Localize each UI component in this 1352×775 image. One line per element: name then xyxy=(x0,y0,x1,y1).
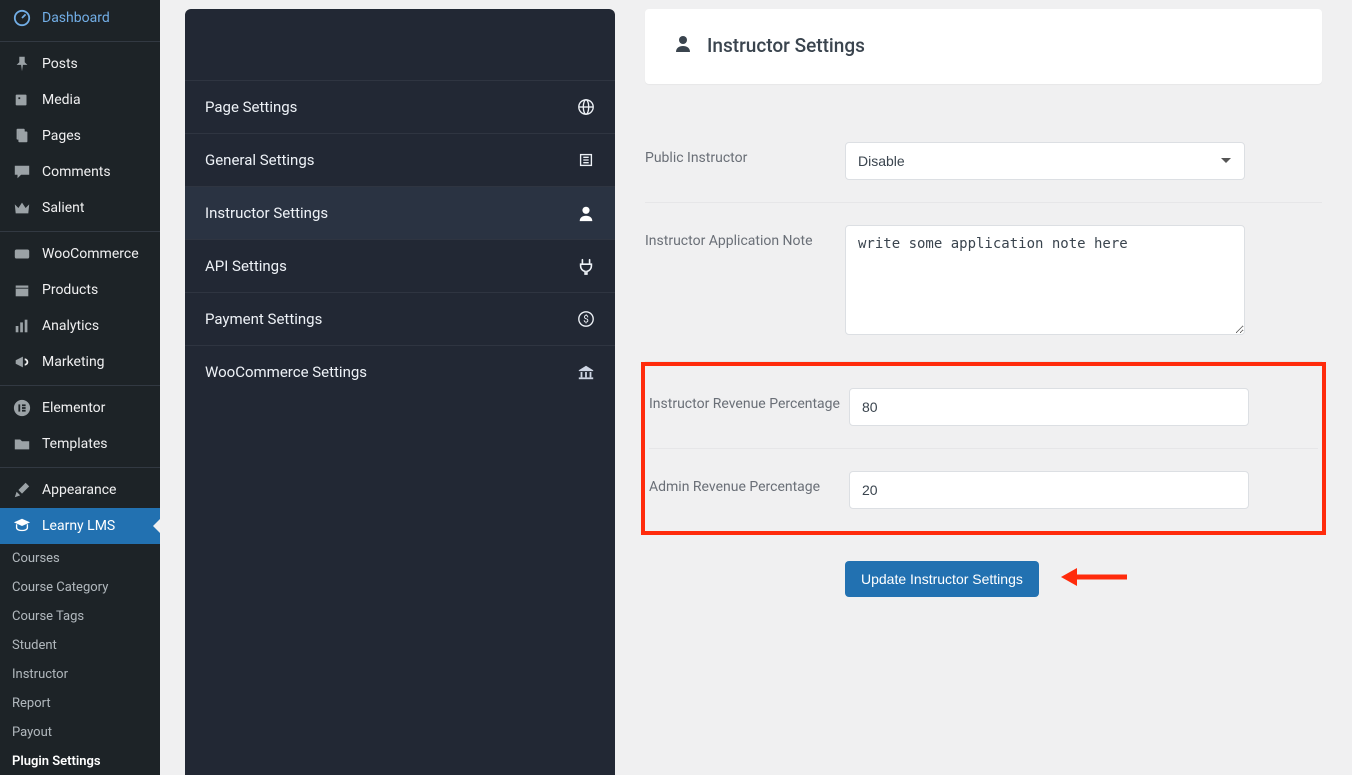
nav-item-analytics[interactable]: Analytics xyxy=(0,308,160,344)
plug-icon xyxy=(577,257,595,275)
nav-item-label: Analytics xyxy=(42,318,99,334)
label-admin-revenue: Admin Revenue Percentage xyxy=(649,471,849,495)
nav-item-products[interactable]: Products xyxy=(0,272,160,308)
nav-item-label: Salient xyxy=(42,200,84,216)
nav-item-label: Templates xyxy=(42,436,108,452)
application-note-textarea[interactable] xyxy=(845,225,1245,335)
nav-item-templates[interactable]: Templates xyxy=(0,426,160,462)
settings-form-panel: Instructor Settings Public Instructor Di… xyxy=(615,0,1352,775)
subnav-item-plugin-settings[interactable]: Plugin Settings xyxy=(0,747,160,775)
nav-item-label: Dashboard xyxy=(42,10,110,26)
globe-icon xyxy=(577,98,595,116)
column-header-blank xyxy=(185,9,615,81)
nav-item-comments[interactable]: Comments xyxy=(0,154,160,190)
page-header-card: Instructor Settings xyxy=(645,9,1322,84)
settings-tab-label: WooCommerce Settings xyxy=(205,363,367,381)
settings-tab-instructor[interactable]: Instructor Settings xyxy=(185,187,615,240)
subnav-item-report[interactable]: Report xyxy=(0,689,160,718)
settings-tab-general[interactable]: General Settings xyxy=(185,134,615,187)
settings-tab-woocommerce[interactable]: WooCommerce Settings xyxy=(185,346,615,398)
nav-separator xyxy=(0,41,160,42)
nav-item-dashboard[interactable]: Dashboard xyxy=(0,0,160,36)
subnav-item-courses[interactable]: Courses xyxy=(0,544,160,573)
plugin-settings-tabs: Page Settings General Settings Instructor … xyxy=(185,9,615,775)
media-icon xyxy=(12,90,32,110)
user-icon xyxy=(673,33,693,57)
nav-item-label: Elementor xyxy=(42,400,105,416)
subnav-item-instructor[interactable]: Instructor xyxy=(0,660,160,689)
label-instructor-revenue: Instructor Revenue Percentage xyxy=(649,388,849,412)
nav-separator xyxy=(0,385,160,386)
nav-item-posts[interactable]: Posts xyxy=(0,46,160,82)
subnav-item-payout[interactable]: Payout xyxy=(0,718,160,747)
nav-item-label: Comments xyxy=(42,164,111,180)
nav-item-label: WooCommerce xyxy=(42,246,139,262)
admin-revenue-input[interactable] xyxy=(849,471,1249,509)
subnav-item-course-tags[interactable]: Course Tags xyxy=(0,602,160,631)
dashboard-icon xyxy=(12,8,32,28)
subnav-item-course-category[interactable]: Course Category xyxy=(0,573,160,602)
label-application-note: Instructor Application Note xyxy=(645,225,845,249)
megaphone-icon xyxy=(12,352,32,372)
nav-item-appearance[interactable]: Appearance xyxy=(0,472,160,508)
crown-icon xyxy=(12,198,32,218)
subnav-item-student[interactable]: Student xyxy=(0,631,160,660)
row-admin-revenue: Admin Revenue Percentage xyxy=(649,449,1318,531)
settings-tab-api[interactable]: API Settings xyxy=(185,240,615,293)
settings-tab-label: API Settings xyxy=(205,257,287,275)
nav-item-salient[interactable]: Salient xyxy=(0,190,160,226)
dollar-icon xyxy=(577,310,595,328)
nav-item-media[interactable]: Media xyxy=(0,82,160,118)
elementor-icon xyxy=(12,398,32,418)
nav-item-label: Media xyxy=(42,92,81,108)
nav-item-label: Appearance xyxy=(42,482,116,498)
annotation-arrow-icon xyxy=(1059,566,1129,592)
sliders-icon xyxy=(577,151,595,169)
revenue-highlight-box: Instructor Revenue Percentage Admin Reve… xyxy=(641,362,1326,535)
row-application-note: Instructor Application Note xyxy=(645,203,1322,362)
comment-icon xyxy=(12,162,32,182)
wp-admin-sidebar: Dashboard Posts Media Pages Comments Salient W… xyxy=(0,0,160,775)
nav-separator xyxy=(0,467,160,468)
row-public-instructor: Public Instructor Disable xyxy=(645,120,1322,203)
settings-tab-label: General Settings xyxy=(205,151,315,169)
instructor-revenue-input[interactable] xyxy=(849,388,1249,426)
nav-item-label: Marketing xyxy=(42,354,105,370)
page-title: Instructor Settings xyxy=(707,34,865,57)
nav-item-learny[interactable]: Learny LMS xyxy=(0,508,160,544)
woo-icon xyxy=(12,244,32,264)
settings-tab-payment[interactable]: Payment Settings xyxy=(185,293,615,346)
bank-icon xyxy=(577,363,595,381)
bars-icon xyxy=(12,316,32,336)
settings-tab-label: Instructor Settings xyxy=(205,204,328,222)
user-icon xyxy=(577,204,595,222)
nav-item-elementor[interactable]: Elementor xyxy=(0,390,160,426)
label-public-instructor: Public Instructor xyxy=(645,142,845,166)
grad-icon xyxy=(12,516,32,536)
nav-separator xyxy=(0,231,160,232)
nav-item-label: Products xyxy=(42,282,98,298)
update-instructor-settings-button[interactable]: Update Instructor Settings xyxy=(845,561,1039,597)
nav-item-pages[interactable]: Pages xyxy=(0,118,160,154)
settings-tab-label: Page Settings xyxy=(205,98,297,116)
folder-icon xyxy=(12,434,32,454)
submit-row: Update Instructor Settings xyxy=(645,561,1322,597)
brush-icon xyxy=(12,480,32,500)
row-instructor-revenue: Instructor Revenue Percentage xyxy=(649,366,1318,449)
nav-item-label: Pages xyxy=(42,128,81,144)
nav-item-woocommerce[interactable]: WooCommerce xyxy=(0,236,160,272)
settings-tab-label: Payment Settings xyxy=(205,310,322,328)
settings-tab-page[interactable]: Page Settings xyxy=(185,81,615,134)
public-instructor-select[interactable]: Disable xyxy=(845,142,1245,180)
nav-item-label: Learny LMS xyxy=(42,518,115,534)
nav-item-marketing[interactable]: Marketing xyxy=(0,344,160,380)
box-icon xyxy=(12,280,32,300)
pin-icon xyxy=(12,54,32,74)
nav-item-label: Posts xyxy=(42,56,78,72)
page-icon xyxy=(12,126,32,146)
